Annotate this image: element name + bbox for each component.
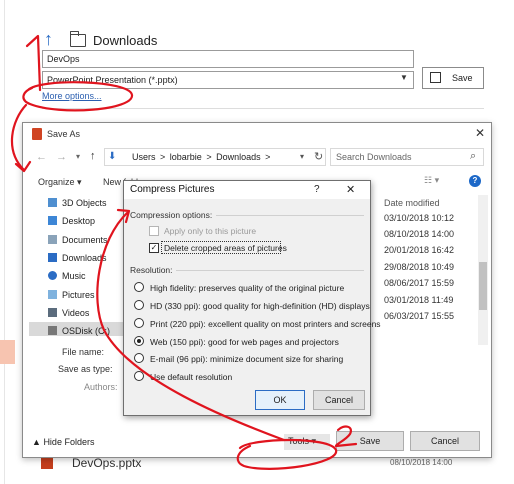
radio-label: Print (220 ppi): excellent quality on mo… <box>150 319 381 329</box>
pictures-icon <box>48 290 57 299</box>
help-icon[interactable]: ? <box>314 184 320 195</box>
radio-label: Web (150 ppi): good for web pages and pr… <box>150 337 339 347</box>
radio-label: E-mail (96 ppi): minimize document size … <box>150 354 344 364</box>
search-placeholder: Search Downloads <box>336 152 412 162</box>
save-button[interactable]: Save <box>336 431 404 451</box>
save-as-title: Save As <box>47 129 81 139</box>
backstage-accent-strip <box>0 340 15 364</box>
section-divider <box>176 270 364 271</box>
cancel-button[interactable]: Cancel <box>410 431 480 451</box>
scrollbar-thumb[interactable] <box>479 262 487 310</box>
left-divider <box>4 0 5 484</box>
address-dropdown-icon[interactable]: ▾ <box>300 152 304 161</box>
backstage-save-label: Save <box>452 73 473 83</box>
breadcrumb[interactable]: Users > lobarbie > Downloads > <box>132 152 270 162</box>
resolution-radio-default[interactable] <box>134 371 144 381</box>
help-icon[interactable]: ? <box>469 175 481 187</box>
file-date: 03/10/2018 10:12 <box>384 213 455 223</box>
resolution-radio-hd[interactable] <box>134 300 144 310</box>
filename-input[interactable]: DevOps <box>42 50 414 68</box>
file-date: 29/08/2018 10:49 <box>384 262 455 272</box>
compression-options-heading: Compression options: <box>130 210 213 220</box>
file-date: 08/06/2017 15:59 <box>384 278 455 288</box>
radio-label: High fidelity: preserves quality of the … <box>150 283 345 293</box>
marker-1-label: 1 <box>24 58 25 60</box>
file-date: 20/01/2018 16:42 <box>384 245 455 255</box>
current-folder-label: Downloads <box>93 33 158 48</box>
resolution-radio-print[interactable] <box>134 318 144 328</box>
recent-file-date: 08/10/2018 14:00 <box>390 458 453 467</box>
recent-file-name[interactable]: DevOps.pptx <box>72 456 141 470</box>
file-date: 08/10/2018 14:00 <box>384 229 455 239</box>
close-icon[interactable]: ✕ <box>475 126 485 140</box>
forward-arrow-icon[interactable]: → <box>56 151 67 163</box>
chevron-down-icon[interactable]: ▼ <box>400 73 408 82</box>
breadcrumb-users[interactable]: Users <box>132 152 156 162</box>
powerpoint-icon <box>32 128 42 140</box>
resolution-radio-web[interactable] <box>134 336 144 346</box>
radio-label: HD (330 ppi): good quality for high-defi… <box>150 301 370 311</box>
backstage-separator <box>42 108 484 109</box>
recent-locations-icon[interactable]: ▾ <box>76 152 80 161</box>
back-arrow-icon[interactable]: ← <box>36 151 47 163</box>
desktop-icon <box>48 216 57 225</box>
search-icon[interactable]: ⌕ <box>470 150 476 163</box>
file-date: 03/01/2018 11:49 <box>384 295 454 305</box>
breadcrumb-user[interactable]: lobarbie <box>170 152 202 162</box>
apply-only-checkbox[interactable] <box>149 226 159 236</box>
folder-icon <box>70 31 86 47</box>
resolution-heading: Resolution: <box>130 265 173 275</box>
save-as-type-label: Save as type: <box>58 364 113 374</box>
file-name-label: File name: <box>62 347 105 357</box>
documents-icon <box>48 235 57 244</box>
navigation-pane: 3D Objects Desktop Documents Downloads M… <box>30 195 125 345</box>
section-divider <box>216 215 364 216</box>
view-options-icon[interactable]: ☷ ▾ <box>424 175 439 186</box>
filetype-select[interactable]: PowerPoint Presentation (*.pptx) <box>42 71 414 89</box>
save-icon <box>430 72 441 83</box>
tools-menu-button[interactable]: Tools ▾ <box>284 434 330 450</box>
videos-icon <box>48 308 57 317</box>
authors-label: Authors: <box>84 382 118 392</box>
download-folder-icon: ⬇ <box>108 151 117 162</box>
file-date: 06/03/2017 15:55 <box>384 311 455 321</box>
organize-menu[interactable]: Organize ▾ <box>38 177 82 188</box>
up-arrow-icon[interactable]: ↑ <box>44 30 58 50</box>
resolution-radio-email[interactable] <box>134 353 144 363</box>
drive-icon <box>48 326 57 335</box>
hide-folders-button[interactable]: ▲ Hide Folders <box>32 437 94 447</box>
resolution-radio-high-fidelity[interactable] <box>134 282 144 292</box>
apply-only-label: Apply only to this picture <box>164 226 257 236</box>
delete-cropped-label: Delete cropped areas of pictures <box>164 243 287 253</box>
downloads-icon <box>48 253 57 262</box>
cube-icon <box>48 198 57 207</box>
column-header-date-modified[interactable]: Date modified <box>384 198 440 208</box>
chevron-down-icon: ▾ <box>311 436 317 446</box>
close-icon[interactable]: ✕ <box>346 183 355 196</box>
delete-cropped-checkbox[interactable]: ✓ <box>149 243 159 253</box>
radio-label: Use default resolution <box>150 372 233 382</box>
breadcrumb-downloads[interactable]: Downloads <box>216 152 261 162</box>
more-options-link[interactable]: More options... <box>42 91 102 101</box>
cancel-button[interactable]: Cancel <box>313 390 365 410</box>
up-folder-icon[interactable]: ↑ <box>90 150 96 162</box>
compress-title: Compress Pictures <box>130 184 215 195</box>
chevron-up-icon: ▲ <box>32 437 41 447</box>
ok-button[interactable]: OK <box>255 390 305 410</box>
refresh-icon[interactable]: ↻ <box>314 150 323 163</box>
music-icon <box>48 271 57 280</box>
marker-1-stroke <box>25 34 42 92</box>
